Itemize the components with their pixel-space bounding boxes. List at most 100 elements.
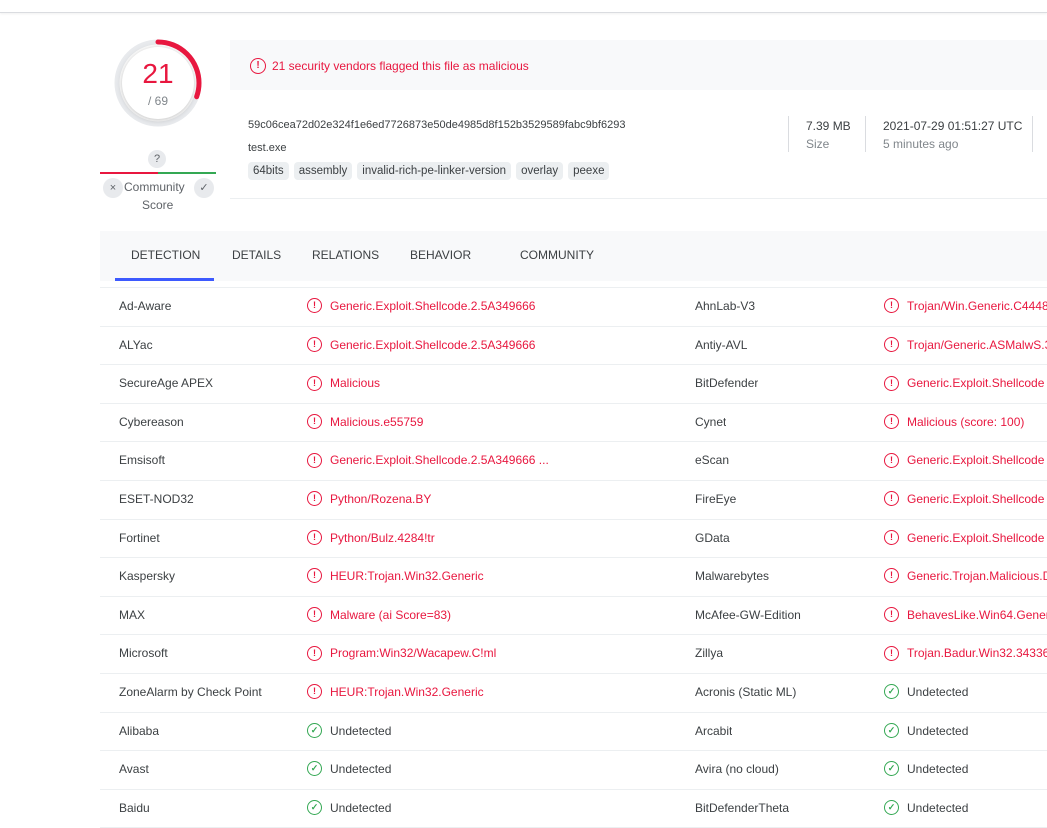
detection-label: Malware (ai Score=83) (330, 607, 452, 622)
detection-score-gauge: 21 / 69 (113, 38, 203, 128)
vendor-name: Emsisoft (119, 453, 166, 468)
vendor-name: eScan (695, 453, 730, 468)
vendor-name: AhnLab-V3 (695, 299, 756, 313)
detection-label: BehavesLike.Win64.Generi (907, 607, 1047, 622)
alert-icon: ! (307, 491, 322, 507)
check-circle-icon: ✓ (884, 761, 899, 777)
detection-result: ! Malicious (score: 100) (884, 404, 1047, 442)
file-name: test.exe (248, 142, 287, 154)
detection-result: ! Generic.Trojan.Malicious.D (884, 558, 1047, 596)
community-score-label: Community (124, 180, 185, 194)
detection-result: ! Trojan/Win.Generic.C4448 (884, 288, 1047, 326)
tab-relations[interactable]: RELATIONS (312, 248, 379, 262)
file-tag[interactable]: peexe (568, 162, 610, 180)
table-row: ALYac! Generic.Exploit.Shellcode.2.5A3496… (100, 327, 1047, 366)
detection-label: Malicious (330, 376, 381, 391)
divider (788, 116, 789, 152)
detection-label: Undetected (907, 800, 969, 815)
file-tag[interactable]: 64bits (248, 162, 289, 180)
check-circle-icon: ✓ (884, 722, 899, 738)
detection-label: Python/Bulz.4284!tr (330, 530, 435, 545)
detection-result: ! Trojan/Generic.ASMalwS.3 (884, 327, 1047, 365)
vendor-name: ESET-NOD32 (119, 491, 194, 506)
detection-label: Trojan/Generic.ASMalwS.3 (907, 337, 1047, 352)
alert-icon: ! (884, 414, 899, 430)
alert-icon: ! (884, 336, 899, 352)
alert-icon: ! (307, 645, 322, 661)
detection-result: ✓ Undetected (884, 713, 1047, 751)
detection-label: Python/Rozena.BY (330, 492, 432, 506)
vendor-name: Avira (no cloud) (695, 762, 779, 777)
alert-icon: ! (884, 607, 899, 623)
detection-label: Undetected (907, 684, 969, 699)
alert-icon: ! (307, 607, 322, 623)
detection-label: Generic.Exploit.Shellcode.2.5A349666 (330, 337, 536, 352)
detection-result: ✓ Undetected (884, 790, 1047, 828)
alert-icon: ! (307, 298, 322, 314)
file-tags: 64bits assembly invalid-rich-pe-linker-ver… (248, 162, 610, 180)
alert-icon: ! (307, 375, 322, 391)
alert-icon: ! (307, 414, 322, 430)
table-row: Ad-Aware! Generic.Exploit.Shellcode.2.5A3… (100, 287, 1047, 327)
alert-icon: ! (307, 452, 322, 468)
detection-label: Generic.Exploit.Shellcode.2.5A349666 (330, 299, 536, 314)
detection-result: ! Generic.Exploit.Shellcode (884, 365, 1047, 403)
vendor-name: Antiy-AVL (695, 337, 748, 352)
file-size-label: Size (806, 137, 830, 151)
downvote-icon[interactable]: × (103, 178, 123, 198)
detection-label: Malicious (score: 100) (907, 414, 1025, 429)
detection-result: ✓ Undetected (307, 713, 677, 751)
detection-result: ! Python/Bulz.4284!tr (307, 520, 677, 558)
divider (865, 116, 866, 152)
vendor-name: ALYac (119, 337, 153, 352)
table-row: Emsisoft! Generic.Exploit.Shellcode.2.5A3… (100, 442, 1047, 481)
detection-result: ! Program:Win32/Wacapew.C!ml (307, 635, 677, 673)
community-score-value: ? (148, 150, 166, 168)
detection-label: Undetected (330, 800, 392, 815)
tab-behavior[interactable]: BEHAVIOR (410, 248, 471, 262)
detection-result: ! HEUR:Trojan.Win32.Generic (307, 674, 677, 712)
vendor-name: GData (695, 530, 730, 545)
detection-result: ! BehavesLike.Win64.Generi (884, 597, 1047, 635)
table-row: Cybereason! Malicious.e55759 Cynet! Malicio… (100, 404, 1047, 443)
detection-result: ! Generic.Exploit.Shellcode.2.5A349666 (307, 327, 677, 365)
check-circle-icon: ✓ (307, 722, 322, 738)
detection-result: ! Generic.Exploit.Shellcode (884, 520, 1047, 558)
vendor-name: Alibaba (119, 723, 160, 738)
file-tag[interactable]: invalid-rich-pe-linker-version (357, 162, 512, 180)
upvote-icon[interactable]: ✓ (194, 178, 214, 198)
detection-result: ! Malicious (307, 365, 677, 403)
detection-result: ✓ Undetected (307, 790, 677, 828)
check-circle-icon: ✓ (307, 800, 322, 816)
file-tag[interactable]: overlay (516, 162, 564, 180)
alert-icon: ! (307, 336, 322, 352)
detection-result: ✓ Undetected (884, 674, 1047, 712)
table-row: ZoneAlarm by Check Point! HEUR:Trojan.Win… (100, 674, 1047, 713)
alert-icon: ! (307, 684, 322, 700)
tab-community[interactable]: COMMUNITY (520, 248, 594, 262)
alert-icon: ! (884, 452, 899, 468)
detection-label: HEUR:Trojan.Win32.Generic (330, 569, 484, 584)
detection-result: ! Malware (ai Score=83) (307, 597, 677, 635)
detection-label: Generic.Exploit.Shellcode (907, 453, 1045, 468)
file-hash[interactable]: 59c06cea72d02e324f1e6ed7726873e50de4985d… (248, 119, 625, 131)
table-row: MAX! Malware (ai Score=83) McAfee-GW-Editi… (100, 597, 1047, 636)
total-engines: / 69 (147, 94, 168, 108)
detection-label: Generic.Trojan.Malicious.D (907, 569, 1047, 584)
vendor-name: BitDefender (695, 376, 759, 391)
top-bar (0, 0, 1047, 13)
alert-icon: ! (884, 645, 899, 661)
vendor-name: Zillya (695, 646, 724, 661)
alert-icon: ! (307, 529, 322, 545)
detection-result: ! Generic.Exploit.Shellcode (884, 442, 1047, 480)
vendor-name: Avast (119, 762, 149, 777)
alert-icon: ! (307, 568, 322, 584)
file-tag[interactable]: assembly (293, 162, 353, 180)
tab-details[interactable]: DETAILS (232, 248, 281, 262)
alert-icon: ! (884, 568, 899, 584)
detection-label: Generic.Exploit.Shellcode.2.5A349666 ... (330, 453, 549, 468)
tab-detection[interactable]: DETECTION (131, 248, 200, 262)
vendor-name: Baidu (119, 800, 150, 815)
community-bar-negative (100, 172, 158, 174)
detection-label: Generic.Exploit.Shellcode (907, 530, 1045, 545)
